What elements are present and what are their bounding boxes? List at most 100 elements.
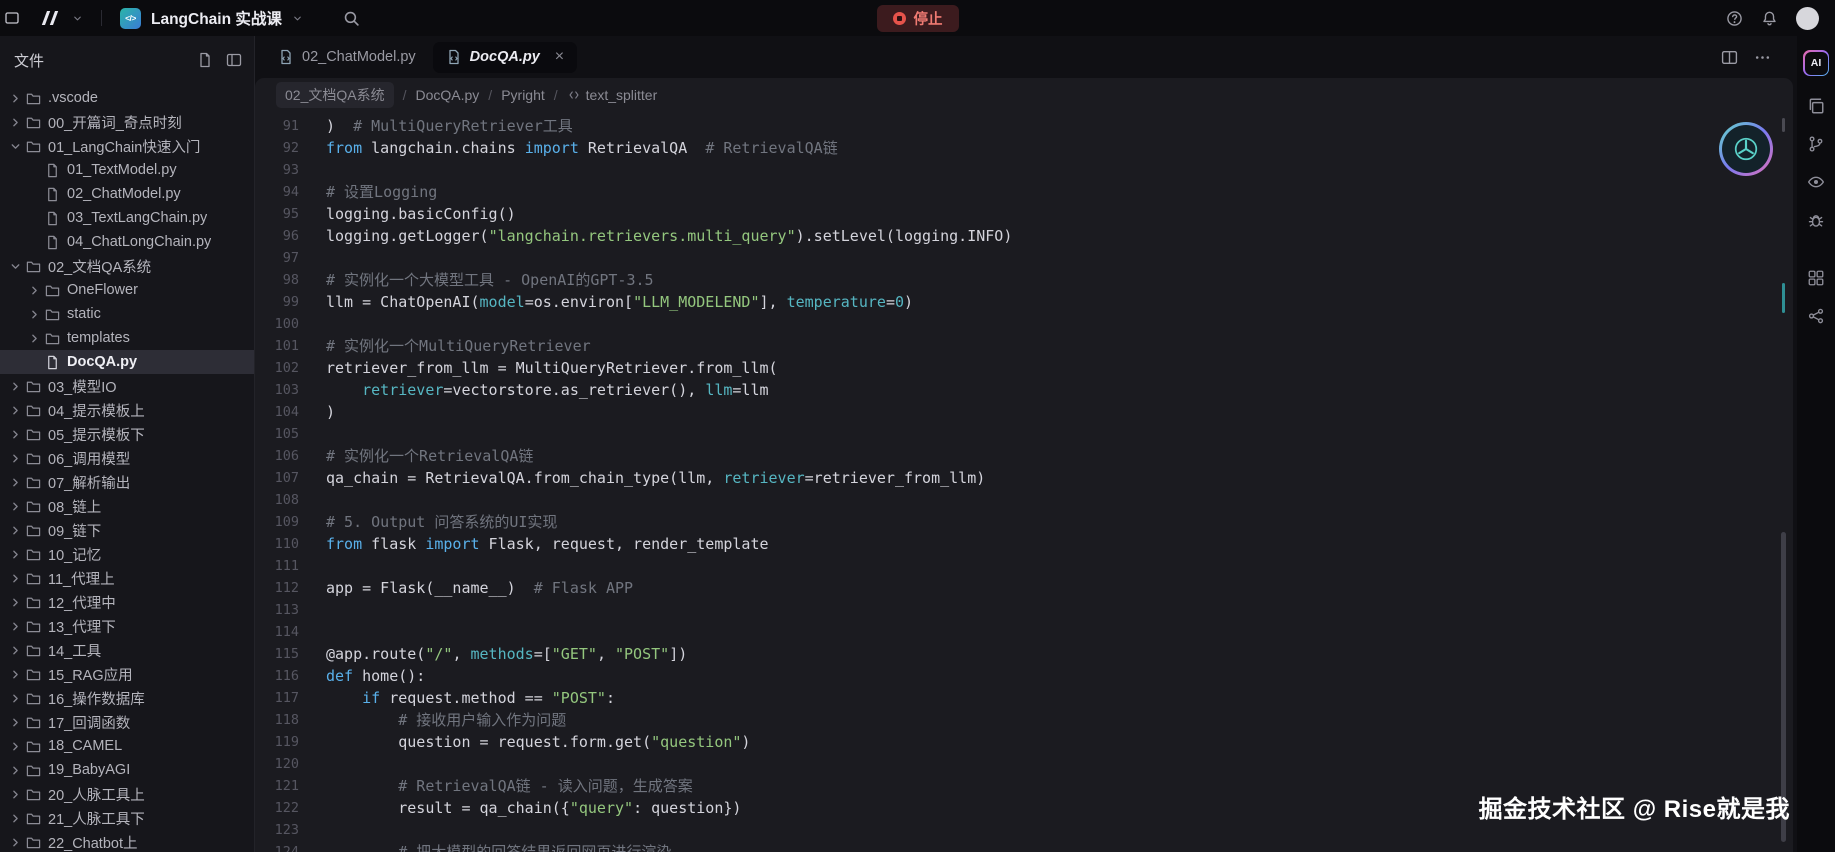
code-line-103[interactable]: 103 retriever=vectorstore.as_retriever()…: [255, 379, 1793, 401]
split-editor-icon[interactable]: [1721, 49, 1738, 66]
tree-item-11_代理上[interactable]: 11_代理上: [0, 566, 254, 590]
code-line-115[interactable]: 115@app.route("/", methods=["GET", "POST…: [255, 643, 1793, 665]
code-line-93[interactable]: 93: [255, 159, 1793, 181]
tree-item-01_LangChain快速入门[interactable]: 01_LangChain快速入门: [0, 134, 254, 158]
tree-item-17_回调函数[interactable]: 17_回调函数: [0, 710, 254, 734]
folder-icon: [26, 475, 41, 490]
tree-item-22_Chatbot上[interactable]: 22_Chatbot上: [0, 830, 254, 852]
tree-item-05_提示模板下[interactable]: 05_提示模板下: [0, 422, 254, 446]
chevron-right-icon: [8, 692, 23, 705]
code-line-107[interactable]: 107qa_chain = RetrievalQA.from_chain_typ…: [255, 467, 1793, 489]
tab-DocQA.py[interactable]: DocQA.py×: [433, 42, 577, 73]
tree-item-06_调用模型[interactable]: 06_调用模型: [0, 446, 254, 470]
code-line-97[interactable]: 97: [255, 247, 1793, 269]
tree-item-02_文档QA系统[interactable]: 02_文档QA系统: [0, 254, 254, 278]
tree-item-15_RAG应用[interactable]: 15_RAG应用: [0, 662, 254, 686]
app-menu-chevron-icon[interactable]: [72, 13, 83, 24]
search-icon[interactable]: [343, 10, 360, 27]
code-line-117[interactable]: 117 if request.method == "POST":: [255, 687, 1793, 709]
tree-item-07_解析输出[interactable]: 07_解析输出: [0, 470, 254, 494]
code-line-99[interactable]: 99llm = ChatOpenAI(model=os.environ["LLM…: [255, 291, 1793, 313]
code-line-102[interactable]: 102retriever_from_llm = MultiQueryRetrie…: [255, 357, 1793, 379]
close-tab-icon[interactable]: ×: [555, 49, 564, 65]
window-icon[interactable]: [4, 10, 20, 26]
tree-item-03_TextLangChain.py[interactable]: 03_TextLangChain.py: [0, 206, 254, 230]
code-line-120[interactable]: 120: [255, 753, 1793, 775]
code-line-119[interactable]: 119 question = request.form.get("questio…: [255, 731, 1793, 753]
folder-icon: [26, 523, 41, 538]
tree-item-13_代理下[interactable]: 13_代理下: [0, 614, 254, 638]
assistant-avatar[interactable]: [1719, 122, 1773, 176]
tree-item-19_BabyAGI[interactable]: 19_BabyAGI: [0, 758, 254, 782]
code-line-98[interactable]: 98# 实例化一个大模型工具 - OpenAI的GPT-3.5: [255, 269, 1793, 291]
breadcrumb-item-DocQA.py[interactable]: DocQA.py: [415, 87, 479, 103]
folder-icon: [26, 619, 41, 634]
eye-icon[interactable]: [1804, 170, 1828, 194]
code-line-92[interactable]: 92from langchain.chains import Retrieval…: [255, 137, 1793, 159]
tree-item-10_记忆[interactable]: 10_记忆: [0, 542, 254, 566]
breadcrumb-item-Pyright[interactable]: Pyright: [501, 87, 545, 103]
ai-assistant-button[interactable]: AI: [1803, 50, 1829, 76]
tree-item-21_人脉工具下[interactable]: 21_人脉工具下: [0, 806, 254, 830]
app-logo-icon[interactable]: [40, 10, 62, 26]
breadcrumb-item-02_文档QA系统[interactable]: 02_文档QA系统: [276, 82, 394, 108]
code-line-111[interactable]: 111: [255, 555, 1793, 577]
tree-item-04_提示模板上[interactable]: 04_提示模板上: [0, 398, 254, 422]
open-folder-panel-icon[interactable]: [226, 52, 242, 68]
tree-item-templates[interactable]: templates: [0, 326, 254, 350]
tree-item-09_链下[interactable]: 09_链下: [0, 518, 254, 542]
code-line-114[interactable]: 114: [255, 621, 1793, 643]
tree-item-20_人脉工具上[interactable]: 20_人脉工具上: [0, 782, 254, 806]
more-options-icon[interactable]: [1754, 49, 1771, 66]
code-line-104[interactable]: 104): [255, 401, 1793, 423]
tree-item-DocQA.py[interactable]: DocQA.py: [0, 350, 254, 374]
tree-item-00_开篇词_奇点时刻[interactable]: 00_开篇词_奇点时刻: [0, 110, 254, 134]
code-editor[interactable]: 91) # MultiQueryRetriever工具92from langch…: [255, 111, 1793, 852]
code-line-96[interactable]: 96logging.getLogger("langchain.retriever…: [255, 225, 1793, 247]
code-line-118[interactable]: 118 # 接收用户输入作为问题: [255, 709, 1793, 731]
code-line-100[interactable]: 100: [255, 313, 1793, 335]
tree-item-02_ChatModel.py[interactable]: 02_ChatModel.py: [0, 182, 254, 206]
code-file-icon: [446, 49, 462, 65]
code-line-95[interactable]: 95logging.basicConfig(): [255, 203, 1793, 225]
tree-item-16_操作数据库[interactable]: 16_操作数据库: [0, 686, 254, 710]
user-avatar[interactable]: [1796, 7, 1819, 30]
stop-button[interactable]: 停止: [877, 5, 959, 32]
new-file-icon[interactable]: [197, 52, 213, 68]
code-line-108[interactable]: 108: [255, 489, 1793, 511]
tab-02_ChatModel.py[interactable]: 02_ChatModel.py: [265, 42, 429, 73]
tree-item-12_代理中[interactable]: 12_代理中: [0, 590, 254, 614]
tree-item-18_CAMEL[interactable]: 18_CAMEL: [0, 734, 254, 758]
share-icon[interactable]: [1804, 304, 1828, 328]
code-line-113[interactable]: 113: [255, 599, 1793, 621]
code-line-112[interactable]: 112app = Flask(__name__) # Flask APP: [255, 577, 1793, 599]
breadcrumb-item-text_splitter[interactable]: text_splitter: [567, 87, 658, 103]
code-line-110[interactable]: 110from flask import Flask, request, ren…: [255, 533, 1793, 555]
workspace-name[interactable]: LangChain 实战课: [151, 7, 282, 29]
code-line-106[interactable]: 106# 实例化一个RetrievalQA链: [255, 445, 1793, 467]
workspace-chevron-icon[interactable]: [292, 13, 303, 24]
code-line-109[interactable]: 109# 5. Output 问答系统的UI实现: [255, 511, 1793, 533]
git-branch-icon[interactable]: [1804, 132, 1828, 156]
tree-item-static[interactable]: static: [0, 302, 254, 326]
code-line-94[interactable]: 94# 设置Logging: [255, 181, 1793, 203]
help-icon[interactable]: [1726, 10, 1743, 27]
bug-icon[interactable]: [1804, 208, 1828, 232]
code-line-91[interactable]: 91) # MultiQueryRetriever工具: [255, 115, 1793, 137]
files-icon[interactable]: [1804, 94, 1828, 118]
code-text: retriever_from_llm = MultiQueryRetriever…: [299, 357, 778, 379]
grid-icon[interactable]: [1804, 266, 1828, 290]
tree-item-01_TextModel.py[interactable]: 01_TextModel.py: [0, 158, 254, 182]
tree-item-04_ChatLongChain.py[interactable]: 04_ChatLongChain.py: [0, 230, 254, 254]
tree-item-03_模型IO[interactable]: 03_模型IO: [0, 374, 254, 398]
tree-item-.vscode[interactable]: .vscode: [0, 86, 254, 110]
tree-item-14_工具[interactable]: 14_工具: [0, 638, 254, 662]
tree-item-OneFlower[interactable]: OneFlower: [0, 278, 254, 302]
code-line-101[interactable]: 101# 实例化一个MultiQueryRetriever: [255, 335, 1793, 357]
project-icon[interactable]: </>: [120, 8, 141, 29]
code-line-105[interactable]: 105: [255, 423, 1793, 445]
code-line-124[interactable]: 124 # 把大模型的回答结果返回网页进行渲染: [255, 841, 1793, 852]
notifications-bell-icon[interactable]: [1761, 10, 1778, 27]
tree-item-08_链上[interactable]: 08_链上: [0, 494, 254, 518]
code-line-116[interactable]: 116def home():: [255, 665, 1793, 687]
